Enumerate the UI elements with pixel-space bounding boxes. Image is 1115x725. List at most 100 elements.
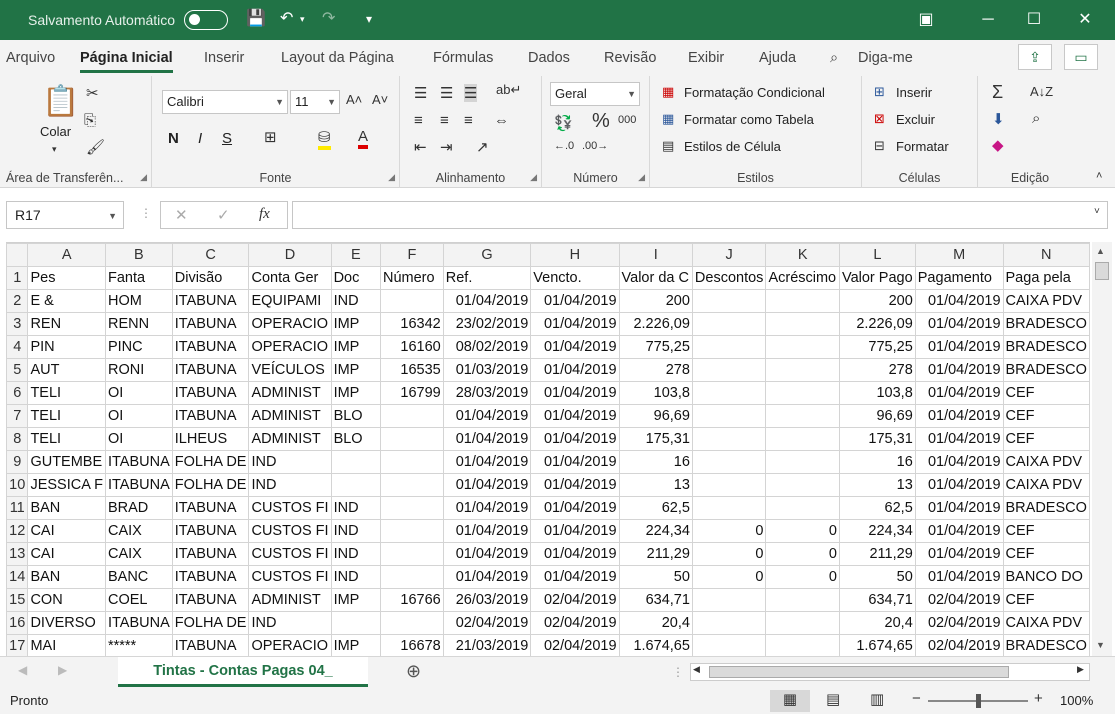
- cell[interactable]: 16799: [380, 381, 444, 405]
- cell[interactable]: ITABUNA: [171, 542, 250, 566]
- cell[interactable]: 01/04/2019: [914, 496, 1004, 520]
- column-header[interactable]: H: [530, 243, 620, 267]
- cell[interactable]: 26/03/2019: [442, 588, 532, 612]
- zoom-in-icon[interactable]: +: [1034, 690, 1043, 707]
- cell[interactable]: IMP: [330, 588, 382, 612]
- find-select-icon[interactable]: ⌕: [1032, 110, 1040, 127]
- row-header[interactable]: 4: [6, 335, 29, 359]
- cell[interactable]: [765, 611, 840, 635]
- cell[interactable]: IND: [330, 289, 382, 313]
- ribbon-display-icon[interactable]: ▣: [903, 0, 949, 40]
- cell[interactable]: Vencto.: [530, 266, 620, 290]
- column-header[interactable]: E: [330, 243, 382, 267]
- maximize-button[interactable]: ☐: [1011, 0, 1057, 40]
- cell[interactable]: 96,69: [618, 404, 693, 428]
- search-icon[interactable]: ⌕: [830, 50, 838, 66]
- cell[interactable]: 01/04/2019: [914, 542, 1004, 566]
- row-header[interactable]: 16: [6, 611, 29, 635]
- cell[interactable]: [691, 312, 767, 336]
- cell[interactable]: 16: [838, 450, 916, 474]
- cell[interactable]: 200: [618, 289, 693, 313]
- cell[interactable]: [765, 588, 840, 612]
- tab-formulas[interactable]: Fórmulas: [433, 50, 493, 66]
- column-header[interactable]: I: [618, 243, 693, 267]
- cell[interactable]: [330, 611, 382, 635]
- cancel-icon[interactable]: ✕: [175, 206, 188, 224]
- cell[interactable]: [765, 450, 840, 474]
- cell[interactable]: 1.674,65: [838, 634, 916, 656]
- cell[interactable]: 634,71: [618, 588, 693, 612]
- cell[interactable]: ITABUNA: [104, 450, 173, 474]
- cell[interactable]: IMP: [330, 634, 382, 656]
- cell[interactable]: 01/04/2019: [914, 565, 1004, 589]
- cell[interactable]: [691, 473, 767, 497]
- cell[interactable]: 28/03/2019: [442, 381, 532, 405]
- select-all-corner[interactable]: [6, 243, 29, 267]
- share-icon[interactable]: ⇪: [1018, 44, 1052, 70]
- cell[interactable]: TELI: [27, 427, 106, 451]
- cell[interactable]: ITABUNA: [171, 381, 250, 405]
- scroll-down-icon[interactable]: ▼: [1096, 640, 1105, 650]
- cell[interactable]: [330, 450, 382, 474]
- cell[interactable]: IND: [330, 542, 382, 566]
- decrease-indent-icon[interactable]: ⇤: [414, 138, 427, 156]
- cell-styles-button[interactable]: Estilos de Célula: [684, 139, 781, 154]
- cell[interactable]: IMP: [330, 358, 382, 382]
- cell[interactable]: ITABUNA: [171, 634, 250, 656]
- cell[interactable]: 01/04/2019: [914, 381, 1004, 405]
- cell[interactable]: [330, 473, 382, 497]
- cell[interactable]: CUSTOS FI: [248, 519, 332, 543]
- paste-button[interactable]: Colar: [40, 124, 71, 139]
- cell[interactable]: REN: [27, 312, 106, 336]
- cell[interactable]: JESSICA F: [27, 473, 106, 497]
- cell[interactable]: 16160: [380, 335, 444, 359]
- cell[interactable]: 0: [765, 542, 840, 566]
- close-button[interactable]: ✕: [1062, 0, 1108, 40]
- cell[interactable]: IMP: [330, 381, 382, 405]
- save-icon[interactable]: 💾: [246, 8, 266, 28]
- cell[interactable]: 2.226,09: [838, 312, 916, 336]
- cell[interactable]: IND: [330, 496, 382, 520]
- page-break-icon[interactable]: ▥: [870, 690, 884, 708]
- cell[interactable]: E &: [27, 289, 106, 313]
- copy-icon[interactable]: ⎘: [84, 112, 96, 129]
- cell[interactable]: PINC: [104, 335, 173, 359]
- normal-view-icon[interactable]: ▦: [770, 690, 810, 712]
- cell[interactable]: 20,4: [618, 611, 693, 635]
- cell[interactable]: 01/04/2019: [530, 450, 620, 474]
- cell[interactable]: 02/04/2019: [914, 611, 1004, 635]
- cell[interactable]: FOLHA DE: [171, 450, 250, 474]
- cell[interactable]: 23/02/2019: [442, 312, 532, 336]
- zoom-level[interactable]: 100%: [1060, 693, 1093, 708]
- cell[interactable]: 01/04/2019: [530, 427, 620, 451]
- font-color-icon[interactable]: A: [358, 128, 369, 149]
- cell[interactable]: 0: [765, 519, 840, 543]
- cell[interactable]: Valor Pago: [838, 266, 916, 290]
- add-sheet-icon[interactable]: ⊕: [406, 661, 421, 682]
- cell[interactable]: ITABUNA: [171, 289, 250, 313]
- font-size-select[interactable]: 11 ▼: [290, 90, 340, 114]
- underline-button[interactable]: S: [222, 130, 232, 147]
- cell[interactable]: 02/04/2019: [914, 588, 1004, 612]
- bold-button[interactable]: N: [168, 130, 179, 147]
- cell[interactable]: IND: [248, 473, 332, 497]
- cell[interactable]: 278: [838, 358, 916, 382]
- cell[interactable]: IND: [330, 519, 382, 543]
- cell[interactable]: 775,25: [838, 335, 916, 359]
- wrap-text-icon[interactable]: ab↵: [496, 82, 521, 98]
- cell[interactable]: BRADESCO: [1002, 335, 1090, 359]
- page-layout-icon[interactable]: ▤: [826, 690, 840, 708]
- cell[interactable]: RONI: [104, 358, 173, 382]
- cell[interactable]: 01/03/2019: [442, 358, 532, 382]
- scroll-right-icon[interactable]: ▶: [1077, 664, 1084, 675]
- cell[interactable]: 16766: [380, 588, 444, 612]
- tab-pagina-inicial[interactable]: Página Inicial: [80, 50, 173, 73]
- cell-table[interactable]: ABCDEFGHIJKLMN 1 Pes Fanta Divisão Conta Ger…: [6, 243, 1090, 656]
- cell[interactable]: Paga pela: [1002, 266, 1090, 290]
- cell[interactable]: 103,8: [838, 381, 916, 405]
- align-middle-icon[interactable]: ☰: [440, 84, 453, 102]
- align-top-icon[interactable]: ☰: [414, 84, 427, 102]
- row-header[interactable]: 5: [6, 358, 29, 382]
- cell[interactable]: 08/02/2019: [442, 335, 532, 359]
- cell[interactable]: CEF: [1002, 588, 1090, 612]
